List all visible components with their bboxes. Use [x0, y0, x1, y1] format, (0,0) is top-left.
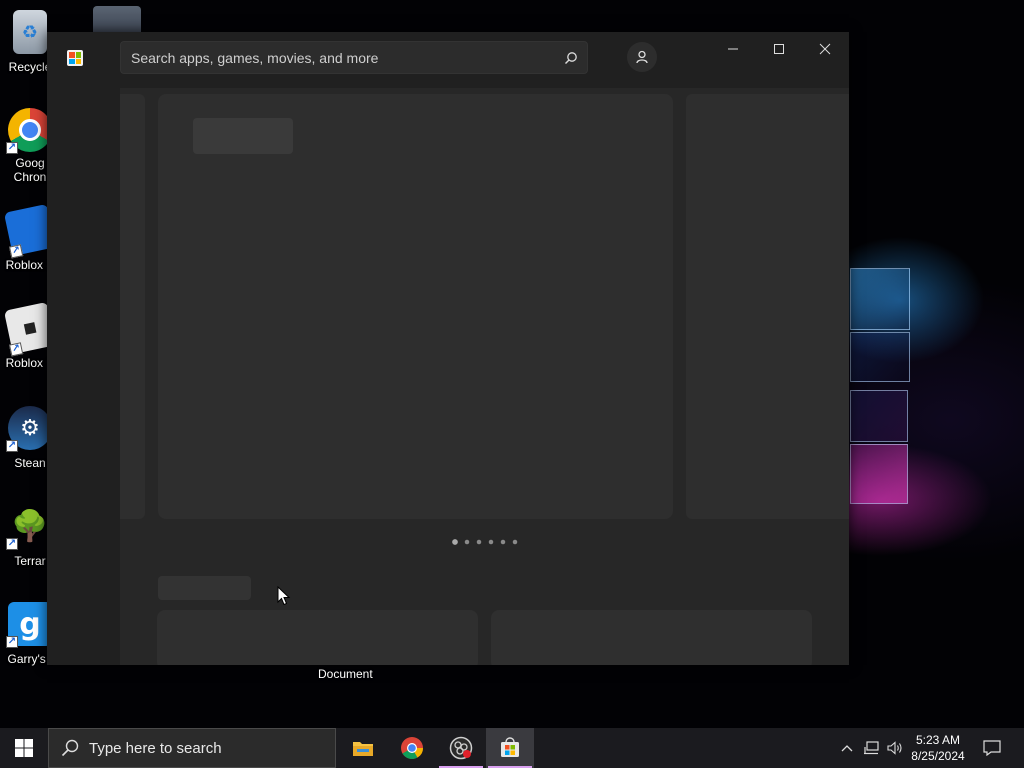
microsoft-store-icon — [501, 737, 519, 757]
hero-title-placeholder — [193, 118, 293, 154]
taskbar-search-box[interactable]: Type here to search — [48, 728, 336, 768]
network-button[interactable] — [860, 728, 882, 768]
close-button[interactable] — [802, 32, 848, 66]
minimize-icon — [728, 48, 738, 50]
hero-card-next[interactable] — [686, 94, 849, 519]
account-icon — [636, 50, 648, 64]
search-icon — [61, 739, 79, 757]
shortcut-arrow-icon: ↗ — [9, 244, 24, 259]
content-card-placeholder[interactable] — [157, 610, 478, 665]
network-icon — [864, 741, 879, 755]
shortcut-arrow-icon: ↗ — [9, 342, 24, 357]
garrys-mod-icon: g ↗ — [6, 602, 52, 648]
store-content — [120, 88, 849, 665]
clock-time: 5:23 AM — [915, 733, 961, 747]
microsoft-store-window — [47, 32, 849, 665]
store-search-box[interactable] — [120, 41, 588, 74]
volume-button[interactable] — [884, 728, 906, 768]
clock-date: 8/25/2024 — [911, 749, 965, 763]
carousel-dot[interactable] — [512, 539, 518, 545]
taskbar-app-chrome[interactable] — [388, 728, 436, 768]
section-title-placeholder — [158, 576, 251, 600]
windows-logo-pane — [850, 332, 910, 382]
carousel-pager — [452, 539, 518, 545]
account-button[interactable] — [627, 42, 657, 72]
notification-icon — [983, 740, 1001, 756]
shortcut-arrow-icon: ↗ — [6, 636, 18, 648]
hero-card-main[interactable] — [158, 94, 673, 519]
taskbar: Type here to search 5:23 AM 8/25/2024 — [0, 728, 1024, 768]
desktop-tooltip: Document — [318, 667, 373, 681]
carousel-dot[interactable] — [500, 539, 506, 545]
mouse-cursor-icon — [277, 586, 291, 606]
content-card-placeholder[interactable] — [491, 610, 812, 665]
windows-logo-pane — [850, 444, 908, 504]
taskbar-search-placeholder: Type here to search — [89, 739, 222, 757]
recycle-bin-icon: ♻ — [13, 10, 47, 54]
title-bar[interactable] — [47, 32, 849, 88]
start-button[interactable] — [0, 728, 48, 768]
carousel-dot[interactable] — [452, 539, 458, 545]
carousel-dot[interactable] — [488, 539, 494, 545]
windows-start-icon — [15, 739, 33, 757]
taskbar-app-file-explorer[interactable] — [339, 728, 387, 768]
windows-logo-pane — [850, 268, 910, 330]
maximize-icon — [774, 44, 784, 54]
carousel-dot[interactable] — [464, 539, 470, 545]
store-sidebar — [47, 88, 120, 665]
shortcut-arrow-icon: ↗ — [6, 142, 18, 154]
chrome-icon: ↗ — [6, 108, 52, 154]
carousel-dot[interactable] — [476, 539, 482, 545]
store-search-input[interactable] — [131, 49, 555, 66]
hero-card-previous[interactable] — [120, 94, 145, 519]
file-explorer-icon — [353, 742, 373, 756]
maximize-button[interactable] — [756, 32, 802, 66]
steam-icon: ⚙ ↗ — [6, 406, 52, 452]
chevron-up-icon — [841, 745, 853, 752]
show-hidden-icons-button[interactable] — [838, 728, 856, 768]
obs-icon — [449, 736, 473, 760]
minimize-button[interactable] — [710, 32, 756, 66]
terraria-icon: 🌳 ↗ — [6, 509, 49, 550]
action-center-button[interactable] — [977, 728, 1007, 768]
microsoft-store-icon — [67, 50, 83, 66]
windows-logo-pane — [850, 390, 908, 442]
taskbar-clock[interactable]: 5:23 AM 8/25/2024 — [908, 732, 968, 764]
taskbar-app-microsoft-store[interactable] — [486, 728, 534, 768]
shortcut-arrow-icon: ↗ — [6, 440, 18, 452]
chrome-icon — [401, 737, 423, 759]
close-icon — [819, 43, 831, 55]
taskbar-app-obs[interactable] — [437, 728, 485, 768]
volume-icon — [887, 741, 902, 755]
shortcut-arrow-icon: ↗ — [6, 538, 18, 550]
search-icon[interactable] — [555, 42, 587, 74]
